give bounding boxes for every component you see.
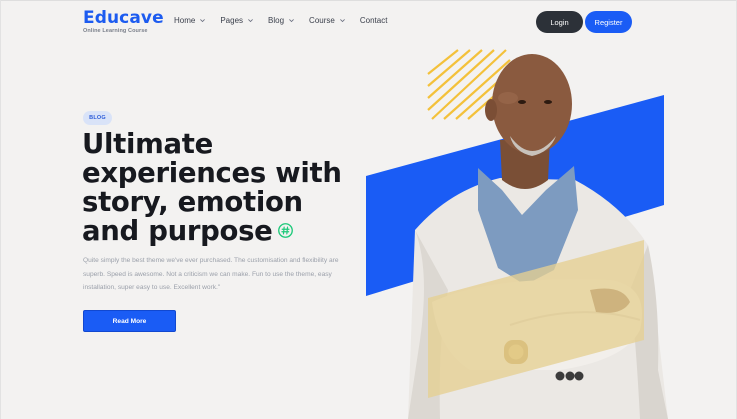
logo-title: Educave	[83, 8, 164, 28]
nav-item-label: Contact	[359, 16, 388, 25]
read-more-button[interactable]: Read More	[83, 310, 176, 332]
nav-item-blog[interactable]: Blog	[268, 16, 295, 25]
nav-item-label: Blog	[268, 16, 285, 25]
headline-line-with-icon: and purpose	[82, 217, 382, 246]
headline-line: story, emotion	[82, 186, 303, 218]
headline-line: experiences with	[82, 157, 342, 189]
hero-headline: Ultimate experiences with story, emotion…	[82, 130, 382, 246]
chevron-down-icon	[200, 19, 206, 23]
hashtag-icon	[277, 222, 293, 238]
page: Educave Online Learning Course Home Page…	[0, 0, 737, 419]
main-nav: Home Pages Blog Course Contact	[174, 16, 401, 25]
nav-item-pages[interactable]: Pages	[220, 16, 254, 25]
nav-item-contact[interactable]: Contact	[360, 16, 388, 25]
hero-illustration	[366, 49, 668, 419]
top-border	[0, 0, 737, 1]
hero-description: Quite simply the best theme we've ever p…	[83, 257, 339, 291]
logo-subtitle: Online Learning Course	[83, 28, 148, 34]
category-badge[interactable]: BLOG	[83, 111, 112, 125]
nav-item-label: Home	[174, 16, 196, 25]
headline-line: Ultimate	[82, 128, 213, 160]
login-button[interactable]: Login	[536, 11, 583, 33]
chevron-down-icon	[289, 19, 294, 23]
nav-item-label: Course	[309, 16, 335, 25]
nav-item-home[interactable]: Home	[174, 16, 206, 25]
chevron-down-icon	[248, 19, 253, 23]
left-border	[0, 0, 1, 419]
register-button[interactable]: Register	[585, 11, 632, 33]
person-head	[492, 54, 572, 154]
nav-item-label: Pages	[220, 16, 244, 25]
nav-item-course[interactable]: Course	[309, 16, 346, 25]
headline-line: and purpose	[82, 215, 273, 247]
logo[interactable]: Educave Online Learning Course	[83, 8, 164, 34]
chevron-down-icon	[339, 19, 345, 23]
